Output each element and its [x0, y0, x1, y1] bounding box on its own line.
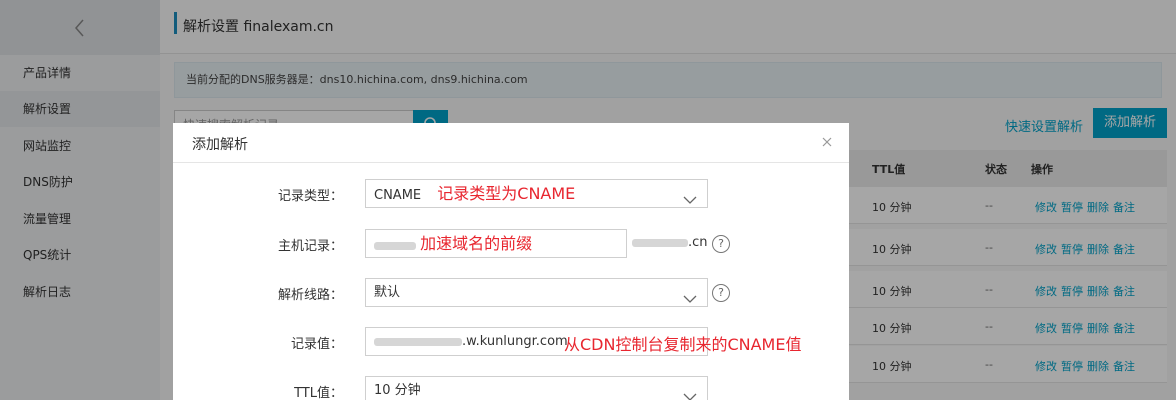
ttl-value: 10 分钟 [374, 383, 421, 398]
record-value-text: .w.kunlungr.com [462, 334, 568, 349]
ttl-select[interactable]: 10 分钟 [365, 376, 708, 400]
ttl-label: TTL值： [294, 386, 343, 400]
close-button[interactable] [819, 135, 835, 151]
host-record-input[interactable]: 加速域名的前缀 [365, 229, 627, 258]
line-label: 解析线路： [277, 288, 343, 303]
line-value: 默认 [374, 285, 401, 300]
record-value-annotation: 从CDN控制台复制来的CNAME值 [564, 335, 802, 354]
record-type-value: CNAME [374, 188, 422, 203]
domain-suffix: .cn [632, 235, 708, 250]
redacted-text [632, 238, 688, 247]
host-record-annotation: 加速域名的前缀 [420, 234, 533, 253]
help-icon[interactable]: ? [712, 235, 730, 253]
chevron-down-icon [683, 188, 697, 207]
redacted-text [374, 241, 416, 250]
dialog-title: 添加解析 [192, 137, 248, 153]
dialog-header: 添加解析 [173, 123, 849, 163]
redacted-text [374, 337, 462, 346]
record-value-label: 记录值： [290, 337, 343, 352]
close-icon [822, 136, 832, 150]
host-record-label: 主机记录： [277, 239, 343, 254]
help-icon[interactable]: ? [712, 284, 730, 302]
chevron-down-icon [683, 385, 697, 400]
record-type-select[interactable]: CNAME 记录类型为CNAME [365, 179, 708, 208]
domain-suffix-text: .cn [688, 235, 708, 250]
chevron-down-icon [683, 287, 697, 306]
record-type-label: 记录类型： [277, 189, 343, 204]
line-select[interactable]: 默认 [365, 278, 708, 307]
add-record-dialog: 添加解析 记录类型： CNAME 记录类型为CNAME 主机记录： 加速域名的前… [173, 123, 849, 400]
record-type-annotation: 记录类型为CNAME [437, 184, 576, 203]
